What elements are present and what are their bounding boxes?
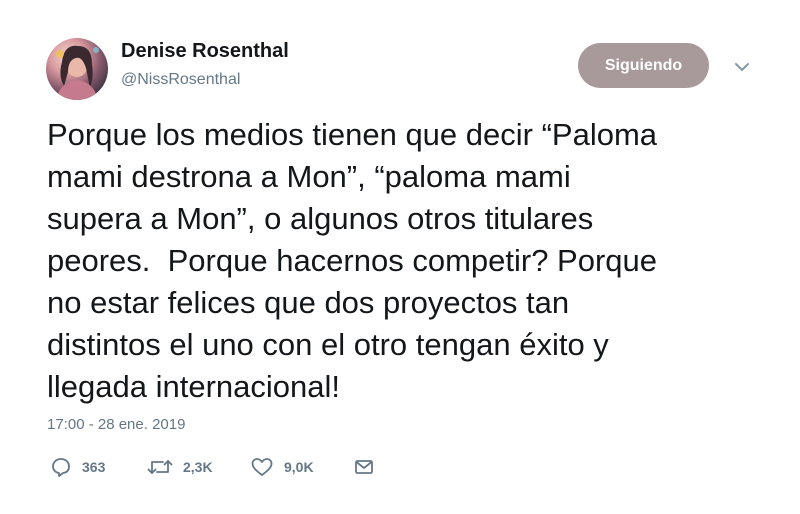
tweet-timestamp[interactable]: 17:00 - 28 ene. 2019 (47, 416, 185, 433)
avatar[interactable] (46, 38, 108, 100)
tweet-text-line: llegada internacional! (47, 369, 340, 404)
following-button[interactable]: Siguiendo (578, 43, 709, 88)
user-handle[interactable]: @NissRosenthal (121, 71, 240, 89)
tweet-card: Denise Rosenthal @NissRosenthal Siguiend… (0, 0, 800, 514)
heart-icon (250, 456, 274, 478)
chevron-down-icon[interactable] (733, 58, 751, 76)
like-count: 9,0K (284, 459, 314, 475)
tweet-text-line: Porque los medios tienen que decir “Palo… (47, 117, 658, 152)
reply-icon (50, 456, 72, 478)
tweet-text-line: peores. Porque hacernos competir? Porque (47, 243, 658, 278)
tweet-text-line: mami destrona a Mon”, “paloma mami (47, 159, 571, 194)
retweet-count: 2,3K (183, 459, 213, 475)
retweet-icon (147, 456, 173, 478)
retweet-button[interactable]: 2,3K (147, 452, 213, 482)
reply-button[interactable]: 363 (50, 452, 105, 482)
tweet-text: Porque los medios tienen que decir “Palo… (47, 114, 767, 408)
display-name[interactable]: Denise Rosenthal (121, 40, 289, 63)
tweet-text-line: supera a Mon”, o algunos otros titulares (47, 201, 594, 236)
reply-count: 363 (82, 459, 106, 475)
envelope-icon (353, 456, 375, 478)
like-button[interactable]: 9,0K (250, 452, 314, 482)
tweet-text-line: distintos el uno con el otro tengan éxit… (47, 327, 609, 362)
tweet-text-line: no estar felices que dos proyectos tan (47, 285, 570, 320)
direct-message-button[interactable] (353, 452, 375, 482)
